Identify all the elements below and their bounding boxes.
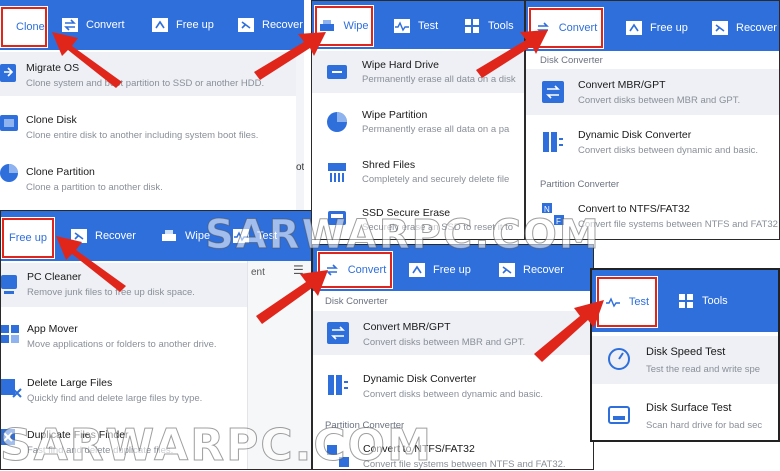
tab-label: Wipe	[343, 20, 369, 32]
tab-wipe[interactable]: Wipe	[161, 229, 210, 243]
shred-files-icon	[328, 163, 346, 182]
tab-label: Recover	[736, 22, 777, 34]
item-description: Convert disks between dynamic and basic.	[363, 389, 544, 400]
item-title: Wipe Hard Drive	[362, 59, 440, 71]
tab-label: Recover	[523, 264, 564, 276]
item-description: Quickly find and delete large files by t…	[27, 393, 203, 404]
clone-disk-icon	[0, 115, 18, 131]
item-title: Convert MBR/GPT	[363, 321, 451, 333]
item-description: Convert disks between MBR and GPT.	[578, 95, 741, 106]
tab-free-up[interactable]: Free up	[409, 263, 471, 277]
pc-cleaner-icon	[1, 275, 17, 294]
recover-icon	[712, 21, 728, 35]
menu-item-clone-partition[interactable]: Clone Partition Clone a partition to ano…	[0, 154, 296, 198]
clone-partition-icon	[0, 164, 18, 182]
item-description: Move applications or folders to another …	[27, 339, 217, 350]
item-title: Disk Surface Test	[646, 402, 732, 414]
background-text-fragment: ot	[296, 162, 304, 173]
watermark-text: SARWARPC.COM	[205, 212, 601, 259]
item-title: Dynamic Disk Converter	[578, 129, 692, 141]
item-description: Clone a partition to another disk.	[26, 182, 163, 193]
tab-label: Free up	[176, 19, 214, 31]
tab-free-up[interactable]: Free up	[626, 21, 688, 35]
convert-mbr-gpt-icon	[327, 322, 349, 344]
menu-item-dynamic-disk-converter[interactable]: Dynamic Disk Converter Convert disks bet…	[313, 365, 593, 409]
free-up-icon	[626, 21, 642, 35]
item-description: Scan hard drive for bad sec	[646, 420, 763, 431]
item-description: Test the read and write spe	[646, 364, 761, 375]
wipe-icon	[162, 230, 176, 241]
dynamic-disk-icon	[328, 375, 348, 395]
tools-icon	[679, 294, 693, 308]
item-description: Convert disks between dynamic and basic.	[578, 145, 759, 156]
item-description: Convert disks between MBR and GPT.	[363, 337, 526, 348]
red-arrow-annotation	[254, 32, 326, 80]
red-arrow-annotation	[56, 236, 126, 292]
item-title: Delete Large Files	[27, 377, 113, 389]
red-arrow-annotation	[256, 270, 328, 324]
menu-item-app-mover[interactable]: App Mover Move applications or folders t…	[1, 315, 247, 359]
tab-label: Test	[418, 20, 439, 32]
red-arrow-annotation	[476, 30, 548, 78]
tab-recover[interactable]: Recover	[712, 21, 777, 35]
test-icon	[394, 19, 410, 33]
tab-test[interactable]: Test	[394, 19, 438, 33]
tab-free-up[interactable]: Free up	[1, 217, 55, 259]
menu-item-clone-disk[interactable]: Clone Disk Clone entire disk to another …	[0, 104, 296, 148]
red-arrow-annotation	[534, 300, 604, 362]
menu-item-dynamic-disk-converter[interactable]: Dynamic Disk Converter Convert disks bet…	[526, 121, 779, 167]
menu-item-delete-large-files[interactable]: Delete Large Files Quickly find and dele…	[1, 367, 247, 411]
tab-label: Free up	[650, 22, 688, 34]
convert-menu-panel: Convert Free up Recover Disk Converter C…	[525, 0, 780, 240]
app-mover-icon	[1, 325, 19, 343]
menu-item-wipe-partition[interactable]: Wipe Partition Permanently erase all dat…	[312, 101, 524, 143]
item-title: Clone Partition	[26, 166, 95, 178]
section-header-disk-converter: Disk Converter	[325, 296, 388, 307]
tab-label: Convert	[558, 22, 598, 34]
red-arrow-annotation	[52, 32, 122, 88]
item-title: Clone Disk	[26, 114, 77, 126]
item-title: Dynamic Disk Converter	[363, 373, 477, 385]
wipe-partition-icon	[327, 112, 347, 132]
section-header-partition-converter: Partition Converter	[540, 179, 620, 190]
tab-label: Tools	[702, 295, 728, 307]
item-title: Disk Speed Test	[646, 346, 726, 358]
tab-label: Convert	[347, 264, 387, 276]
item-description: Completely and securely delete file	[362, 174, 510, 185]
item-description: Permanently erase all data on a pa	[362, 124, 510, 135]
test-menu-panel: Test Tools Disk Speed Test Test the read…	[590, 268, 780, 442]
item-title: Convert MBR/GPT	[578, 79, 666, 91]
menu-item-disk-speed-test[interactable]: Disk Speed Test Test the read and write …	[592, 336, 778, 384]
item-title: Shred Files	[362, 159, 416, 171]
item-title: App Mover	[27, 323, 78, 335]
tab-free-up[interactable]: Free up	[152, 18, 214, 32]
item-description: Convert file systems between NTFS and FA…	[578, 219, 778, 230]
menu-item-shred-files[interactable]: Shred Files Completely and securely dele…	[312, 151, 524, 193]
item-description: Clone entire disk to another including s…	[26, 130, 259, 141]
item-title: Wipe Partition	[362, 109, 428, 121]
menu-item-disk-surface-test[interactable]: Disk Surface Test Scan hard drive for ba…	[592, 392, 778, 440]
convert-mbr-gpt-icon	[542, 81, 564, 103]
top-tab-bar: Test Tools	[592, 270, 778, 332]
tab-recover[interactable]: Recover	[499, 263, 564, 277]
tab-label: Test	[628, 296, 650, 308]
menu-item-convert-mbr-gpt[interactable]: Convert MBR/GPT Convert disks between MB…	[526, 69, 779, 115]
watermark-text: SARWARPC.COM	[0, 420, 433, 471]
disk-speed-icon	[608, 348, 630, 370]
free-up-icon	[152, 18, 168, 32]
tab-label: Free up	[433, 264, 471, 276]
dynamic-disk-icon	[543, 132, 563, 152]
delete-large-icon	[1, 379, 22, 398]
free-up-icon	[409, 263, 425, 277]
migrate-os-icon	[0, 64, 16, 82]
tab-clone[interactable]: Clone	[0, 6, 48, 48]
top-tab-bar: Convert Free up Recover	[526, 1, 779, 51]
tab-tools[interactable]: Tools	[678, 294, 728, 308]
recover-icon	[499, 263, 515, 277]
tab-label: Clone	[16, 21, 45, 33]
disk-surface-icon	[608, 406, 630, 424]
tab-label: Free up	[9, 232, 47, 244]
